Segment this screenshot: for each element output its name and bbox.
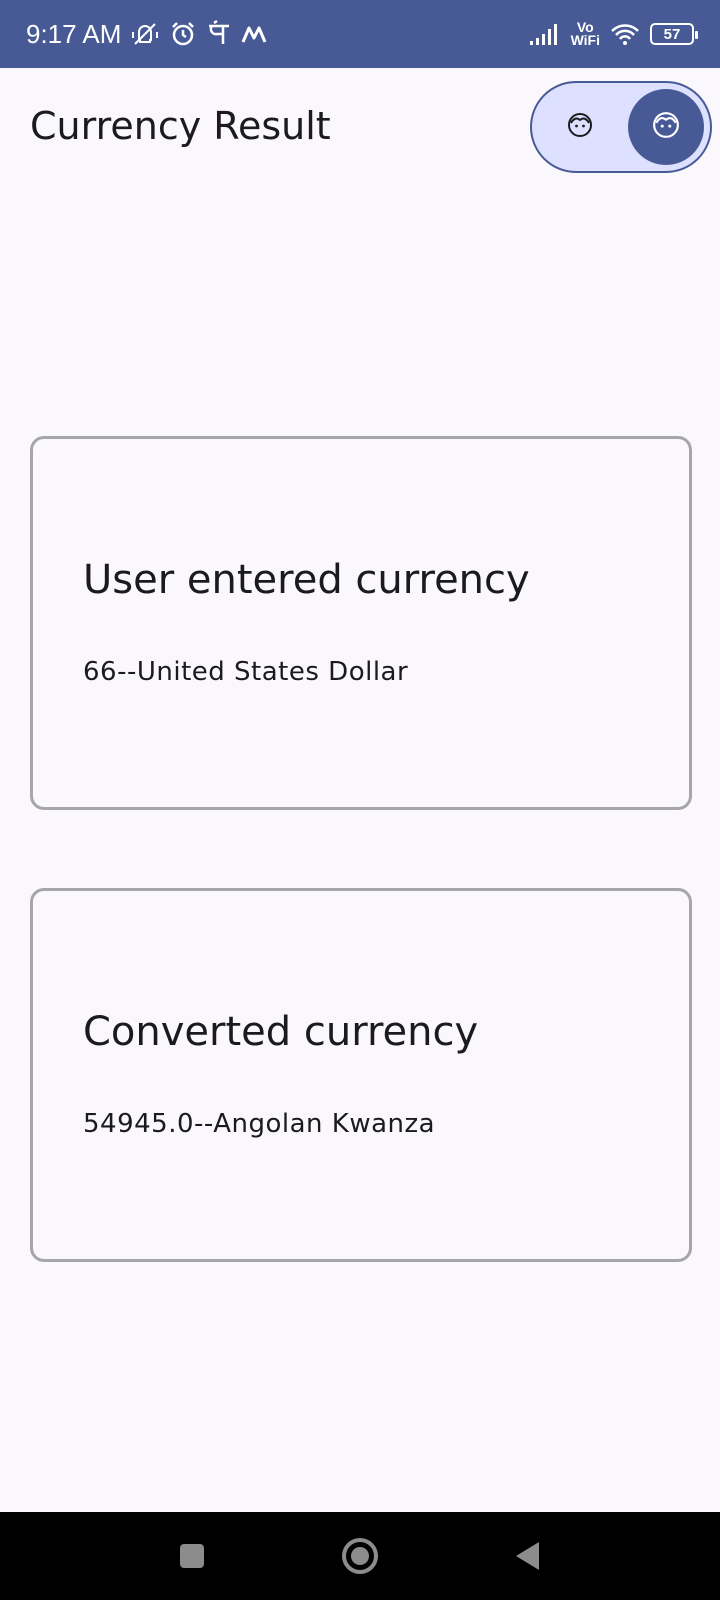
back-button[interactable] (506, 1534, 550, 1578)
home-button[interactable] (338, 1534, 382, 1578)
converted-currency-card: Converted currency 54945.0--Angolan Kwan… (30, 888, 692, 1262)
recents-icon (180, 1544, 204, 1568)
page-title: Currency Result (30, 104, 331, 148)
battery-indicator: 57 (650, 23, 698, 45)
user-currency-value: 66--United States Dollar (83, 657, 409, 687)
theme-toggle[interactable] (530, 81, 712, 173)
toggle-option-left[interactable] (560, 107, 600, 147)
pe-app-icon (207, 19, 231, 49)
alarm-icon (169, 19, 197, 49)
home-icon (342, 1538, 378, 1574)
wifi-icon (610, 19, 640, 49)
vowifi-indicator: Vo WiFi (570, 20, 600, 48)
status-time: 9:17 AM (26, 18, 122, 49)
navigation-bar (0, 1512, 720, 1600)
toggle-option-right-selected[interactable] (628, 89, 704, 165)
vibrate-off-icon (131, 19, 159, 49)
converted-currency-heading: Converted currency (83, 1009, 479, 1055)
status-bar: 9:17 AM Vo WiFi 57 (0, 0, 720, 68)
vowifi-bottom: WiFi (570, 32, 600, 48)
status-right: Vo WiFi 57 (529, 19, 698, 49)
converted-currency-value: 54945.0--Angolan Kwanza (83, 1109, 436, 1139)
m-app-icon (241, 19, 267, 49)
battery-level: 57 (663, 25, 681, 43)
signal-icon (529, 19, 561, 49)
face-icon (652, 111, 680, 143)
recents-button[interactable] (170, 1534, 214, 1578)
face-icon (567, 112, 593, 142)
user-currency-heading: User entered currency (83, 557, 530, 603)
status-left: 9:17 AM (26, 19, 267, 50)
user-currency-card: User entered currency 66--United States … (30, 436, 692, 810)
back-icon (516, 1542, 539, 1570)
